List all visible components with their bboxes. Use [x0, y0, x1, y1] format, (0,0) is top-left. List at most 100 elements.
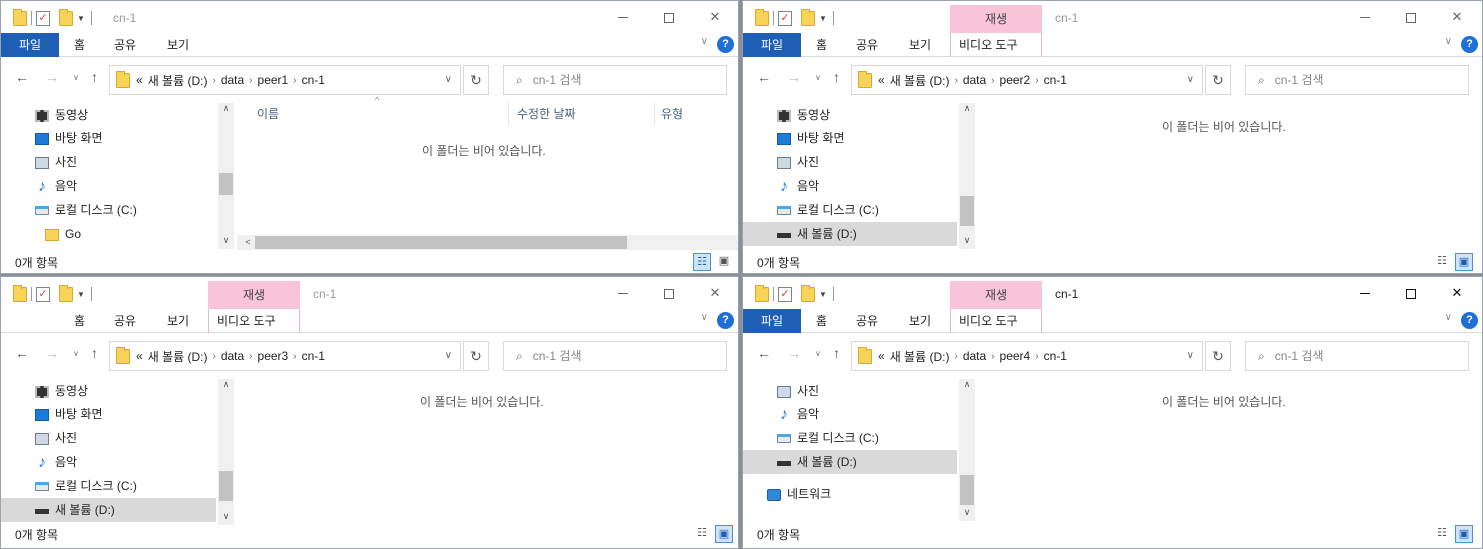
breadcrumb-drive[interactable]: 새 볼륨 (D:): [890, 348, 950, 365]
chevron-right-icon[interactable]: ›: [249, 75, 252, 86]
breadcrumb-peer[interactable]: peer3: [258, 349, 289, 363]
details-view-button[interactable]: ☷: [1433, 525, 1451, 543]
new-folder-icon[interactable]: [801, 8, 815, 26]
refresh-button[interactable]: ↻: [463, 341, 489, 371]
up-button[interactable]: ↑: [91, 69, 98, 85]
breadcrumb-prefix[interactable]: «: [136, 349, 143, 363]
search-input[interactable]: ⌕ cn-1 검색: [503, 341, 727, 371]
customize-dropdown-icon[interactable]: ▼: [77, 14, 85, 23]
help-icon[interactable]: ?: [1461, 36, 1478, 53]
recent-locations-icon[interactable]: ∨: [815, 73, 821, 82]
nav-scrollbar[interactable]: ∧ ∨: [218, 379, 234, 525]
column-date-modified[interactable]: 수정한 날짜: [511, 103, 655, 125]
refresh-button[interactable]: ↻: [463, 65, 489, 95]
breadcrumb-prefix[interactable]: «: [878, 349, 885, 363]
expand-ribbon-icon[interactable]: ∨: [701, 36, 708, 47]
tab-share[interactable]: 공유: [114, 33, 136, 57]
large-icons-view-button[interactable]: ▣: [715, 525, 733, 543]
column-type[interactable]: 유형: [655, 103, 738, 125]
breadcrumb-drive[interactable]: 새 볼륨 (D:): [890, 72, 950, 89]
new-folder-icon[interactable]: [801, 284, 815, 302]
nav-item-videos[interactable]: 동영상: [35, 379, 215, 403]
title-bar[interactable]: ✓ ▼ 재생 cn-1 ✕: [743, 277, 1482, 309]
chevron-right-icon[interactable]: ›: [991, 75, 994, 86]
context-tab-play[interactable]: 재생: [950, 281, 1042, 309]
help-icon[interactable]: ?: [1461, 312, 1478, 329]
back-button[interactable]: ←: [757, 345, 771, 361]
nav-item-desktop[interactable]: 바탕 화면: [35, 126, 215, 150]
close-button[interactable]: ✕: [705, 7, 725, 27]
scroll-down-icon[interactable]: ∨: [959, 235, 975, 249]
breadcrumb-peer[interactable]: peer1: [258, 73, 289, 87]
large-icons-view-button[interactable]: ▣: [1455, 253, 1473, 271]
nav-item-desktop[interactable]: 바탕 화면: [35, 402, 215, 426]
properties-icon[interactable]: ✓: [36, 10, 50, 26]
nav-item-pictures[interactable]: 사진: [35, 150, 215, 174]
nav-item-music[interactable]: ♪ 음악: [35, 450, 215, 474]
minimize-button[interactable]: [1355, 7, 1375, 27]
details-view-button[interactable]: ☷: [693, 525, 711, 543]
chevron-right-icon[interactable]: ›: [991, 351, 994, 362]
customize-dropdown-icon[interactable]: ▼: [77, 290, 85, 299]
nav-item-videos[interactable]: 동영상: [777, 103, 957, 127]
new-folder-icon[interactable]: [59, 284, 73, 302]
address-dropdown-icon[interactable]: ∨: [445, 350, 452, 361]
nav-item-new-volume[interactable]: 새 볼륨 (D:): [743, 222, 957, 246]
breadcrumb-current[interactable]: cn-1: [1044, 349, 1067, 363]
customize-dropdown-icon[interactable]: ▼: [819, 290, 827, 299]
breadcrumb-data[interactable]: data: [963, 73, 986, 87]
tab-home[interactable]: 홈: [74, 309, 85, 333]
address-bar[interactable]: « 새 볼륨 (D:) › data › peer2 › cn-1 ∨: [851, 65, 1203, 95]
up-button[interactable]: ↑: [833, 345, 840, 361]
chevron-right-icon[interactable]: ›: [212, 351, 215, 362]
properties-icon[interactable]: ✓: [778, 286, 792, 302]
tab-video-tools[interactable]: 비디오 도구: [208, 309, 300, 333]
close-button[interactable]: ✕: [1447, 7, 1467, 27]
tab-file[interactable]: 파일: [743, 33, 801, 57]
close-button[interactable]: ✕: [1447, 283, 1467, 303]
chevron-right-icon[interactable]: ›: [249, 351, 252, 362]
nav-item-new-volume[interactable]: 새 볼륨 (D:): [743, 450, 957, 474]
nav-item-music[interactable]: ♪ 음악: [35, 174, 215, 198]
forward-button[interactable]: →: [45, 345, 59, 361]
context-tab-play[interactable]: 재생: [208, 281, 300, 309]
breadcrumb-peer[interactable]: peer2: [1000, 73, 1031, 87]
title-bar[interactable]: ✓ ▼ 재생 cn-1 ✕: [743, 1, 1482, 33]
tab-video-tools[interactable]: 비디오 도구: [950, 309, 1042, 333]
tab-view[interactable]: 보기: [909, 309, 931, 333]
refresh-button[interactable]: ↻: [1205, 341, 1231, 371]
tab-file[interactable]: 파일: [743, 309, 801, 333]
scroll-up-icon[interactable]: ∧: [218, 103, 234, 117]
column-name[interactable]: 이름: [251, 103, 509, 125]
scroll-down-icon[interactable]: ∨: [218, 235, 234, 249]
title-bar[interactable]: ✓ ▼ 재생 cn-1 ✕: [1, 277, 738, 309]
chevron-right-icon[interactable]: ›: [954, 75, 957, 86]
tab-view[interactable]: 보기: [167, 309, 189, 333]
tab-video-tools[interactable]: 비디오 도구: [950, 33, 1042, 57]
scroll-thumb[interactable]: [219, 173, 233, 195]
search-input[interactable]: ⌕ cn-1 검색: [1245, 65, 1469, 95]
scroll-up-icon[interactable]: ∧: [218, 379, 234, 393]
breadcrumb-data[interactable]: data: [221, 349, 244, 363]
scroll-down-icon[interactable]: ∨: [959, 507, 975, 521]
breadcrumb-data[interactable]: data: [221, 73, 244, 87]
details-view-button[interactable]: ☷: [693, 253, 711, 271]
minimize-button[interactable]: [1355, 283, 1375, 303]
up-button[interactable]: ↑: [833, 69, 840, 85]
tab-share[interactable]: 공유: [856, 33, 878, 57]
expand-ribbon-icon[interactable]: ∨: [1445, 36, 1452, 47]
tab-share[interactable]: 공유: [114, 309, 136, 333]
nav-scrollbar[interactable]: ∧ ∨: [959, 379, 975, 521]
nav-item-local-disk[interactable]: 로컬 디스크 (C:): [35, 474, 215, 498]
address-dropdown-icon[interactable]: ∨: [1187, 74, 1194, 85]
tab-home[interactable]: 홈: [816, 309, 827, 333]
scroll-thumb[interactable]: [960, 196, 974, 226]
chevron-right-icon[interactable]: ›: [293, 75, 296, 86]
search-input[interactable]: ⌕ cn-1 검색: [1245, 341, 1469, 371]
address-bar[interactable]: « 새 볼륨 (D:) › data › peer1 › cn-1 ∨: [109, 65, 461, 95]
chevron-right-icon[interactable]: ›: [954, 351, 957, 362]
address-dropdown-icon[interactable]: ∨: [445, 74, 452, 85]
properties-icon[interactable]: ✓: [778, 10, 792, 26]
scroll-up-icon[interactable]: ∧: [959, 103, 975, 117]
nav-item-local-disk[interactable]: 로컬 디스크 (C:): [35, 198, 215, 222]
